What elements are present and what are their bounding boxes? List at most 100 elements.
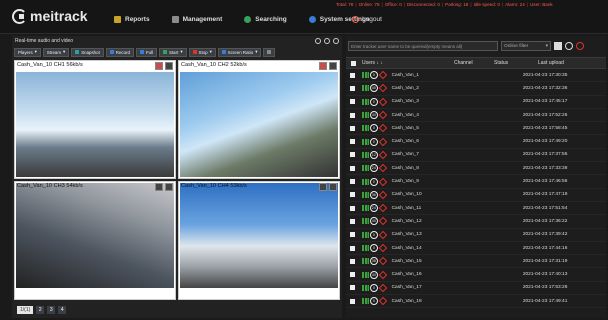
status-alarm[interactable]: Alarm: 24 <box>505 2 525 7</box>
expand-icon[interactable] <box>165 62 173 70</box>
refresh-icon[interactable] <box>324 38 330 44</box>
status-total[interactable]: Total: 78 <box>336 2 353 7</box>
row-checkbox[interactable] <box>346 258 360 264</box>
row-checkbox[interactable] <box>346 152 360 158</box>
nav-management[interactable]: Management <box>171 16 222 23</box>
brand-logo[interactable]: meitrack <box>12 8 88 24</box>
record-button[interactable]: Record <box>105 47 134 57</box>
snapshot-button[interactable]: Snapshot <box>71 47 104 57</box>
status-user[interactable]: User: Bank <box>530 2 553 7</box>
row-checkbox[interactable] <box>346 125 360 131</box>
row-name[interactable]: Cash_Van_8 <box>390 166 467 171</box>
table-row[interactable]: 40 Cash_Van_4 2021-04-23 17:52:26 <box>346 109 606 123</box>
nav-reports[interactable]: Reports <box>114 16 150 23</box>
video-cell-ch3[interactable]: Cash_Van_10 CH3 54kb/s <box>14 181 176 300</box>
row-checkbox[interactable] <box>346 85 360 91</box>
table-row[interactable]: 0 Cash_Van_14 2021-04-23 17:44:16 <box>346 242 606 256</box>
row-name[interactable]: Cash_Van_14 <box>390 246 467 251</box>
row-name[interactable]: Cash_Van_11 <box>390 206 467 211</box>
row-checkbox[interactable] <box>346 139 360 145</box>
row-name[interactable]: Cash_Van_15 <box>390 259 467 264</box>
row-name[interactable]: Cash_Van_16 <box>390 272 467 277</box>
row-name[interactable]: Cash_Van_4 <box>390 113 467 118</box>
row-name[interactable]: Cash_Van_7 <box>390 152 467 157</box>
table-row[interactable]: 0 Cash_Van_3 2021-04-23 17:45:17 <box>346 96 606 109</box>
row-checkbox[interactable] <box>346 72 360 78</box>
row-name[interactable]: Cash_Van_17 <box>390 285 467 290</box>
row-name[interactable]: Cash_Van_18 <box>390 299 467 304</box>
screen-ratio-dropdown[interactable]: Screen Ratio ▾ <box>217 47 262 57</box>
row-checkbox[interactable] <box>346 165 360 171</box>
refresh-icon[interactable] <box>565 42 573 50</box>
table-row[interactable]: 40 Cash_Van_16 2021-04-23 17:40:13 <box>346 268 606 282</box>
col-users[interactable]: Users ↓ ↓ <box>360 60 454 66</box>
status-parking[interactable]: Parking: 18 <box>445 2 468 7</box>
table-row[interactable]: 0 Cash_Van_13 2021-04-23 17:39:42 <box>346 229 606 242</box>
expand-icon[interactable] <box>329 62 337 70</box>
record-icon[interactable] <box>319 183 327 191</box>
video-cell-ch2[interactable]: Cash_Van_10 CH2 52kb/s <box>178 60 340 179</box>
row-checkbox[interactable] <box>346 99 360 105</box>
table-row[interactable]: 0 Cash_Van_1 2021-04-23 17:30:35 <box>346 69 606 83</box>
status-idle-speed[interactable]: Idle speed: 0 <box>474 2 500 7</box>
logout-button[interactable]: Logout <box>352 16 382 23</box>
row-name[interactable]: Cash_Van_9 <box>390 179 467 184</box>
table-row[interactable]: 0 Cash_Van_17 2021-04-23 17:53:28 <box>346 282 606 296</box>
table-row[interactable]: 0 Cash_Van_9 2021-04-23 17:46:56 <box>346 175 606 189</box>
nav-searching[interactable]: Searching <box>244 16 287 23</box>
stream-dropdown[interactable]: Stream ▾ <box>42 47 70 57</box>
close-icon[interactable] <box>333 38 339 44</box>
online-filter-select[interactable]: Online filter ▾ <box>501 41 551 51</box>
start-button[interactable]: Start ▾ <box>159 47 187 57</box>
status-online[interactable]: Online: 78 <box>359 2 380 7</box>
record-icon[interactable] <box>155 62 163 70</box>
stop-all-icon[interactable] <box>554 42 562 50</box>
page-button[interactable]: 2 <box>36 306 45 314</box>
grid-layout-button[interactable] <box>263 47 276 57</box>
page-button[interactable]: 3 <box>47 306 56 314</box>
row-checkbox[interactable] <box>346 192 360 198</box>
page-button[interactable]: 4 <box>58 306 67 314</box>
status-office[interactable]: Office: 0 <box>385 2 402 7</box>
row-checkbox[interactable] <box>346 218 360 224</box>
table-row[interactable]: 0 Cash_Van_18 2021-04-23 17:49:41 <box>346 295 606 309</box>
row-name[interactable]: Cash_Van_6 <box>390 139 467 144</box>
video-cell-ch1[interactable]: Cash_Van_10 CH1 56kb/s <box>14 60 176 179</box>
row-checkbox[interactable] <box>346 285 360 291</box>
row-checkbox[interactable] <box>346 245 360 251</box>
select-all-checkbox[interactable] <box>346 60 360 66</box>
table-row[interactable]: 0 Cash_Van_5 2021-04-23 17:58:45 <box>346 122 606 136</box>
row-checkbox[interactable] <box>346 179 360 185</box>
row-name[interactable]: Cash_Van_3 <box>390 99 467 104</box>
players-dropdown[interactable]: Players ▾ <box>14 47 41 57</box>
status-disconnected[interactable]: Disconnected: 0 <box>407 2 440 7</box>
full-button[interactable]: Full <box>135 47 158 57</box>
row-name[interactable]: Cash_Van_2 <box>390 86 467 91</box>
table-row[interactable]: 24 Cash_Van_8 2021-04-23 17:33:38 <box>346 162 606 176</box>
expand-icon[interactable] <box>165 183 173 191</box>
row-name[interactable]: Cash_Van_1 <box>390 73 467 78</box>
row-name[interactable]: Cash_Van_5 <box>390 126 467 131</box>
table-row[interactable]: 24 Cash_Van_11 2021-04-23 17:51:54 <box>346 202 606 216</box>
row-name[interactable]: Cash_Van_10 <box>390 192 467 197</box>
row-checkbox[interactable] <box>346 205 360 211</box>
table-row[interactable]: 0 Cash_Van_6 2021-04-23 17:49:20 <box>346 135 606 149</box>
minimize-icon[interactable] <box>315 38 321 44</box>
power-icon[interactable] <box>576 42 584 50</box>
row-checkbox[interactable] <box>346 298 360 304</box>
row-checkbox[interactable] <box>346 272 360 278</box>
video-cell-ch4[interactable]: Cash_Van_10 CH4 53kb/s <box>178 181 340 300</box>
row-checkbox[interactable] <box>346 232 360 238</box>
expand-icon[interactable] <box>329 183 337 191</box>
record-icon[interactable] <box>319 62 327 70</box>
stop-button[interactable]: Stop ▾ <box>188 47 216 57</box>
row-name[interactable]: Cash_Van_12 <box>390 219 467 224</box>
row-checkbox[interactable] <box>346 112 360 118</box>
table-row[interactable]: 40 Cash_Van_2 2021-04-23 17:32:36 <box>346 82 606 96</box>
record-icon[interactable] <box>155 183 163 191</box>
tracker-search-input[interactable]: Enter tracker,user name to be queried(em… <box>348 41 498 51</box>
table-row[interactable]: 40 Cash_Van_12 2021-04-23 17:36:22 <box>346 215 606 229</box>
table-row[interactable]: 36 Cash_Van_10 2021-04-23 17:47:19 <box>346 189 606 202</box>
table-row[interactable]: 12 Cash_Van_7 2021-04-23 17:37:55 <box>346 149 606 163</box>
row-name[interactable]: Cash_Van_13 <box>390 232 467 237</box>
